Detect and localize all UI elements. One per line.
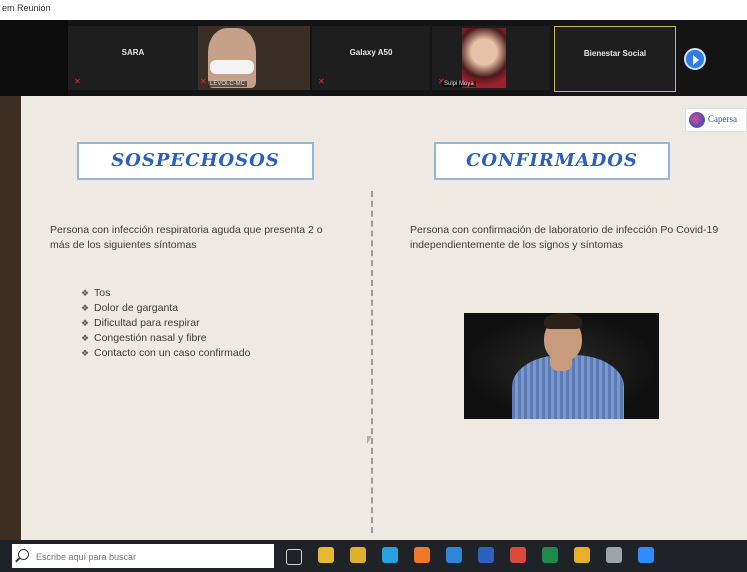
man-coughing-photo xyxy=(464,313,659,419)
zoom-icon[interactable] xyxy=(638,547,654,563)
video-strip: SARA ✕ ✕ LEVOLC-MC Galaxy A50 ✕ ✕ Sulpi … xyxy=(0,20,747,96)
logo-mark-icon xyxy=(689,112,705,128)
sospechosos-description: Persona con infección respiratoria aguda… xyxy=(50,224,323,251)
participant-caption: LEVOLC-MC xyxy=(208,81,248,87)
list-item: Dolor de garganta xyxy=(81,301,250,316)
task-view-icon[interactable] xyxy=(286,549,302,565)
photo-hair xyxy=(544,313,582,329)
chrome-alt-icon[interactable] xyxy=(574,547,590,563)
edit-icon[interactable] xyxy=(606,547,622,563)
photo-hand xyxy=(550,353,572,371)
taskbar-search[interactable] xyxy=(12,544,274,570)
store-icon[interactable] xyxy=(446,547,462,563)
mouse-cursor-icon xyxy=(367,436,372,444)
app-icon[interactable] xyxy=(510,547,526,563)
mic-muted-icon: ✕ xyxy=(200,77,207,86)
mic-muted-icon: ✕ xyxy=(318,77,325,86)
search-input[interactable] xyxy=(34,544,268,570)
logo: Capersa xyxy=(685,108,747,132)
participant-name: Bienestar Social xyxy=(583,49,647,58)
participant-name: SARA xyxy=(121,48,145,57)
edge-icon[interactable] xyxy=(382,547,398,563)
column-divider xyxy=(371,191,373,533)
participant-video xyxy=(208,28,256,88)
participant-mask xyxy=(210,60,254,74)
confirmados-description: Persona con confirmación de laboratorio … xyxy=(410,224,719,251)
participant-caption: Sulpi Moya xyxy=(442,81,476,87)
participant-tile-video-2[interactable]: ✕ Sulpi Moya xyxy=(432,26,550,90)
word-icon[interactable] xyxy=(478,547,494,563)
window-titlebar: em Reunión xyxy=(0,0,747,20)
window-title: em Reunión xyxy=(2,3,51,13)
video-strip-padding xyxy=(0,20,68,96)
participant-tile-galaxy[interactable]: Galaxy A50 ✕ xyxy=(312,26,430,90)
list-item: Contacto con un caso confirmado xyxy=(81,346,250,361)
firefox-icon[interactable] xyxy=(414,547,430,563)
next-participants-button[interactable] xyxy=(684,48,706,70)
confirmados-heading: CONFIRMADOS xyxy=(434,142,670,180)
confirmados-title: CONFIRMADOS xyxy=(466,150,638,171)
symptom-list: Tos Dolor de garganta Dificultad para re… xyxy=(81,286,250,361)
list-item: Dificultad para respirar xyxy=(81,316,250,331)
participant-name: Galaxy A50 xyxy=(349,48,393,57)
logo-text: Capersa xyxy=(708,114,737,124)
list-item: Tos xyxy=(81,286,250,301)
participant-tile-video-1[interactable]: ✕ LEVOLC-MC xyxy=(198,26,310,90)
presentation-slide: Capersa SOSPECHOSOS CONFIRMADOS Persona … xyxy=(21,96,747,540)
excel-icon[interactable] xyxy=(542,547,558,563)
shared-screen: Capersa SOSPECHOSOS CONFIRMADOS Persona … xyxy=(0,96,747,540)
search-icon xyxy=(18,549,29,560)
chrome-icon[interactable] xyxy=(350,547,366,563)
participant-tile-bienestar[interactable]: Bienestar Social xyxy=(554,26,676,92)
sospechosos-title: SOSPECHOSOS xyxy=(111,150,280,171)
taskbar xyxy=(0,540,747,572)
file-explorer-icon[interactable] xyxy=(318,547,334,563)
participant-tile-sara[interactable]: SARA ✕ xyxy=(68,26,198,90)
sospechosos-heading: SOSPECHOSOS xyxy=(77,142,314,180)
mic-muted-icon: ✕ xyxy=(74,77,81,86)
list-item: Congestión nasal y fibre xyxy=(81,331,250,346)
participant-video xyxy=(462,28,506,88)
